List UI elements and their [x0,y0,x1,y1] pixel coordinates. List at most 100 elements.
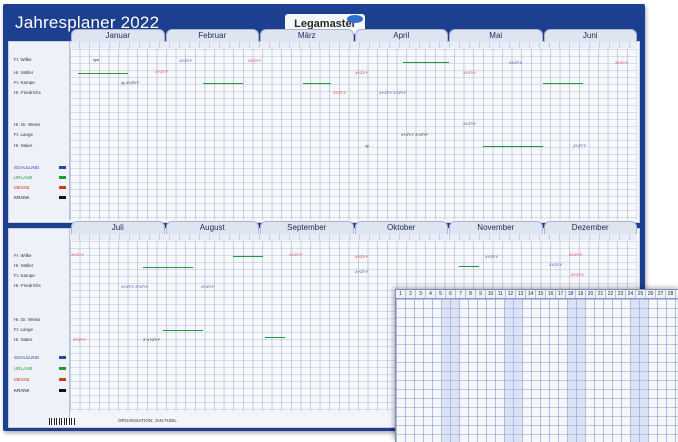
entry-bar [483,146,543,147]
name-row: Fr. Wilke [14,57,32,62]
top-week-row [70,42,637,48]
entry-bar [163,330,203,331]
day-number: 5 [436,290,446,298]
day-number: 20 [586,290,596,298]
day-number: 25 [636,290,646,298]
entry-mark: XYZYY [355,70,369,75]
entry-mark: XYZYY [179,58,193,63]
legend-krank: KRANK [14,195,30,200]
entry-mark: XYZYY [549,262,563,267]
day-number: 21 [596,290,606,298]
day-number: 13 [516,290,526,298]
legend-schulung: SCHULUNG [14,165,40,170]
entry-mark: XYZYY [463,70,477,75]
month-header: März [260,29,354,43]
entry-bar [543,83,583,84]
day-number: 2 [406,290,416,298]
entry-mark: xy XYZYY [121,80,140,85]
zoom-detail-inset: 1 2 3 4 5 6 7 8 9 10 11 12 13 14 15 16 17 18 19 20 21 22 23 24 2… [395,289,678,442]
name-row: Hr. Friedrichs [14,90,41,95]
organisation-label: ORGANISATION: JAN FISEL [118,418,177,423]
weekend-column [513,299,522,442]
entry-mark: XYZYY [73,337,87,342]
day-number: 18 [566,290,576,298]
entry-mark: X XYZYY [143,337,160,342]
weekend-column [450,299,459,442]
day-number: 23 [616,290,626,298]
bottom-week-row [70,234,637,240]
detail-grid [396,299,678,442]
entry-mark: XYZYY [573,143,587,148]
day-number: 28 [666,290,676,298]
entry-mark: XYZYY [71,252,85,257]
day-number: 14 [526,290,536,298]
day-number: 19 [576,290,586,298]
name-row: Hr. Müller [14,263,34,268]
barcode [49,418,75,425]
day-number: 15 [536,290,546,298]
entry-bar [143,267,193,268]
month-header: Oktober [354,221,448,235]
day-number: 26 [646,290,656,298]
day-number: 4 [426,290,436,298]
month-header: Januar [71,29,165,43]
top-calendar-grid [70,49,637,220]
day-number: 16 [546,290,556,298]
entry-mark: xyz [93,57,99,62]
name-row: Hr. Müller [14,70,34,75]
entry-mark: XYZYY [615,60,629,65]
legend-messe: MESSE [14,185,30,190]
month-header: Juli [71,221,165,235]
day-number: 3 [416,290,426,298]
entry-mark: XYZYY [201,284,215,289]
name-row: Fr. Wilke [14,253,32,258]
entry-bar [203,83,243,84]
name-row: Fr. Kampe [14,80,35,85]
legend-swatch [59,367,66,370]
name-row: Hr. Friedrichs [14,283,41,288]
weekend-column [567,299,576,442]
month-header: Dezember [543,221,637,235]
legend-messe: MESSE [14,377,30,382]
entry-mark: XYZYY [571,272,585,277]
legend-swatch [59,196,66,199]
name-row: Hr. Maier [14,337,33,342]
legend-swatch [59,186,66,189]
day-number: 17 [556,290,566,298]
legend-swatch [59,378,66,381]
entry-mark: XYZYY XYZYY [379,90,407,95]
month-header: September [260,221,354,235]
day-number: 9 [476,290,486,298]
brand-logo-icon [347,15,363,23]
month-header: Juni [543,29,637,43]
top-name-column [9,42,70,220]
month-header: August [165,221,259,235]
legend-krank: KRANK [14,388,30,393]
entry-bar [403,62,449,63]
entry-mark: XYZYY XYZYY [121,284,149,289]
entry-mark: XYZYY [509,60,523,65]
name-row: Fr. Lange [14,132,34,137]
entry-mark: XYZYY [289,252,303,257]
weekend-column [630,299,639,442]
entry-bar [78,73,128,74]
day-number: 7 [456,290,466,298]
legend-swatch [59,166,66,169]
name-row: Fr. Lange [14,327,34,332]
name-row: Hr. Maier [14,143,33,148]
legend-swatch [59,176,66,179]
day-number: 8 [466,290,476,298]
entry-mark: XYZYY [569,252,583,257]
entry-mark: XYZYY [155,69,169,74]
entry-mark: XYZYY [355,269,369,274]
day-number-header: 1 2 3 4 5 6 7 8 9 10 11 12 13 14 15 16 17 18 19 20 21 22 23 24 2… [396,290,678,299]
day-number: 11 [496,290,506,298]
weekend-column [576,299,585,442]
entry-bar [303,83,331,84]
month-header: Februar [165,29,259,43]
month-header: April [354,29,448,43]
name-row: Hr. Dr. Weiss [14,122,41,127]
month-header: November [449,221,543,235]
day-number: 12 [506,290,516,298]
entry-mark: XYZYY [248,58,262,63]
